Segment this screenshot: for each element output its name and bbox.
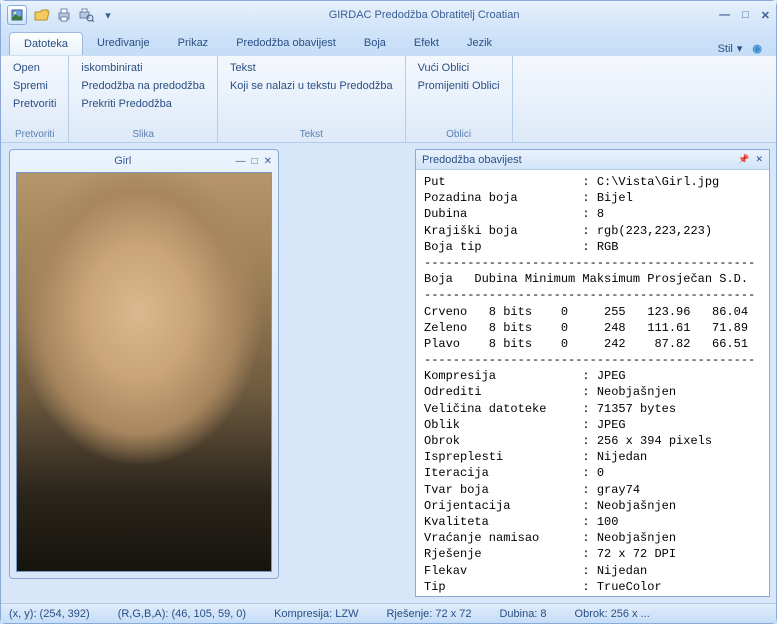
- maximize-button[interactable]: □: [742, 9, 749, 22]
- info-panel: Predodžba obavijest 📌 ✕ Put : C:\Vista\G…: [415, 149, 770, 597]
- style-dropdown[interactable]: Stil ▾ ◉: [718, 42, 768, 55]
- image-window-titlebar[interactable]: Girl ― □ ✕: [10, 150, 278, 172]
- style-label: Stil: [718, 43, 733, 55]
- cmd-vući-oblici[interactable]: Vući Oblici: [414, 60, 504, 76]
- status-xy: (x, y): (254, 392): [9, 608, 90, 620]
- ribbon-tabbar: DatotekaUređivanjePrikazPredodžba obavij…: [1, 29, 776, 55]
- status-resolution: Rješenje: 72 x 72: [386, 608, 471, 620]
- info-panel-body: Put : C:\Vista\Girl.jpg Pozadina boja : …: [416, 170, 769, 596]
- status-rgba: (R,G,B,A): (46, 105, 59, 0): [118, 608, 246, 620]
- cmd-iskombinirati[interactable]: iskombinirati: [77, 60, 209, 76]
- group-label: Pretvoriti: [9, 127, 60, 140]
- minimize-button[interactable]: ―: [719, 9, 730, 22]
- group-label: Slika: [77, 127, 209, 140]
- close-icon[interactable]: ✕: [755, 154, 763, 165]
- qat-dropdown-icon[interactable]: ▾: [99, 6, 117, 24]
- cmd-spremi[interactable]: Spremi: [9, 78, 60, 94]
- app-title: GIRDAC Predodžba Obratitelj Croatian: [129, 9, 719, 21]
- status-serving: Obrok: 256 x ...: [575, 608, 650, 620]
- tab-uređivanje[interactable]: Uređivanje: [83, 32, 164, 55]
- tab-jezik[interactable]: Jezik: [453, 32, 506, 55]
- ribbon-group-pretvoriti: Open Spremi Pretvoriti Pretvoriti: [1, 56, 69, 142]
- cmd-predodžba-na-predodžba[interactable]: Predodžba na predodžba: [77, 78, 209, 94]
- close-icon[interactable]: ✕: [264, 156, 272, 167]
- tab-boja[interactable]: Boja: [350, 32, 400, 55]
- tab-predodžba-obavijest[interactable]: Predodžba obavijest: [222, 32, 350, 55]
- print-preview-icon[interactable]: [77, 6, 95, 24]
- tab-datoteka[interactable]: Datoteka: [9, 32, 83, 55]
- tab-prikaz[interactable]: Prikaz: [164, 32, 223, 55]
- quick-access-toolbar: ▾: [33, 6, 117, 24]
- statusbar: (x, y): (254, 392) (R,G,B,A): (46, 105, …: [1, 603, 776, 623]
- photo-content: [17, 173, 271, 571]
- folder-open-icon[interactable]: [33, 6, 51, 24]
- pin-icon[interactable]: 📌: [738, 154, 749, 165]
- cmd-koji-se-nalazi-u-tekstu-predodžba[interactable]: Koji se nalazi u tekstu Predodžba: [226, 78, 397, 94]
- info-panel-titlebar[interactable]: Predodžba obavijest 📌 ✕: [416, 150, 769, 170]
- cmd-open[interactable]: Open: [9, 60, 60, 76]
- titlebar: ▾ GIRDAC Predodžba Obratitelj Croatian ―…: [1, 1, 776, 29]
- print-icon[interactable]: [55, 6, 73, 24]
- group-label: Oblici: [414, 127, 504, 140]
- ribbon: Open Spremi Pretvoriti Pretvoriti iskombinir…: [1, 55, 776, 143]
- window-buttons: ― □ ✕: [719, 9, 770, 22]
- cmd-tekst[interactable]: Tekst: [226, 60, 397, 76]
- workspace: Girl ― □ ✕ Predodžba obavijest 📌 ✕ Put :…: [1, 143, 776, 603]
- ribbon-group-tekst: Tekst Koji se nalazi u tekstu Predodžba Te…: [218, 56, 406, 142]
- app-icon: [7, 5, 27, 25]
- minimize-icon[interactable]: ―: [236, 156, 246, 167]
- chevron-down-icon: ▾: [737, 42, 743, 55]
- status-depth: Dubina: 8: [499, 608, 546, 620]
- group-label: Tekst: [226, 127, 397, 140]
- help-icon[interactable]: ◉: [752, 42, 762, 55]
- ribbon-group-oblici: Vući Oblici Promijeniti Oblici Oblici: [406, 56, 513, 142]
- image-viewport[interactable]: [16, 172, 272, 572]
- image-window: Girl ― □ ✕: [9, 149, 279, 579]
- status-compression: Kompresija: LZW: [274, 608, 358, 620]
- cmd-prekriti-predodžba[interactable]: Prekriti Predodžba: [77, 96, 209, 112]
- cmd-pretvoriti[interactable]: Pretvoriti: [9, 96, 60, 112]
- close-button[interactable]: ✕: [761, 9, 770, 22]
- tab-efekt[interactable]: Efekt: [400, 32, 453, 55]
- cmd-promijeniti-oblici[interactable]: Promijeniti Oblici: [414, 78, 504, 94]
- image-window-title: Girl: [16, 155, 230, 167]
- maximize-icon[interactable]: □: [252, 156, 258, 167]
- ribbon-group-slika: iskombinirati Predodžba na predodžba Prekr…: [69, 56, 218, 142]
- info-panel-title: Predodžba obavijest: [422, 154, 732, 166]
